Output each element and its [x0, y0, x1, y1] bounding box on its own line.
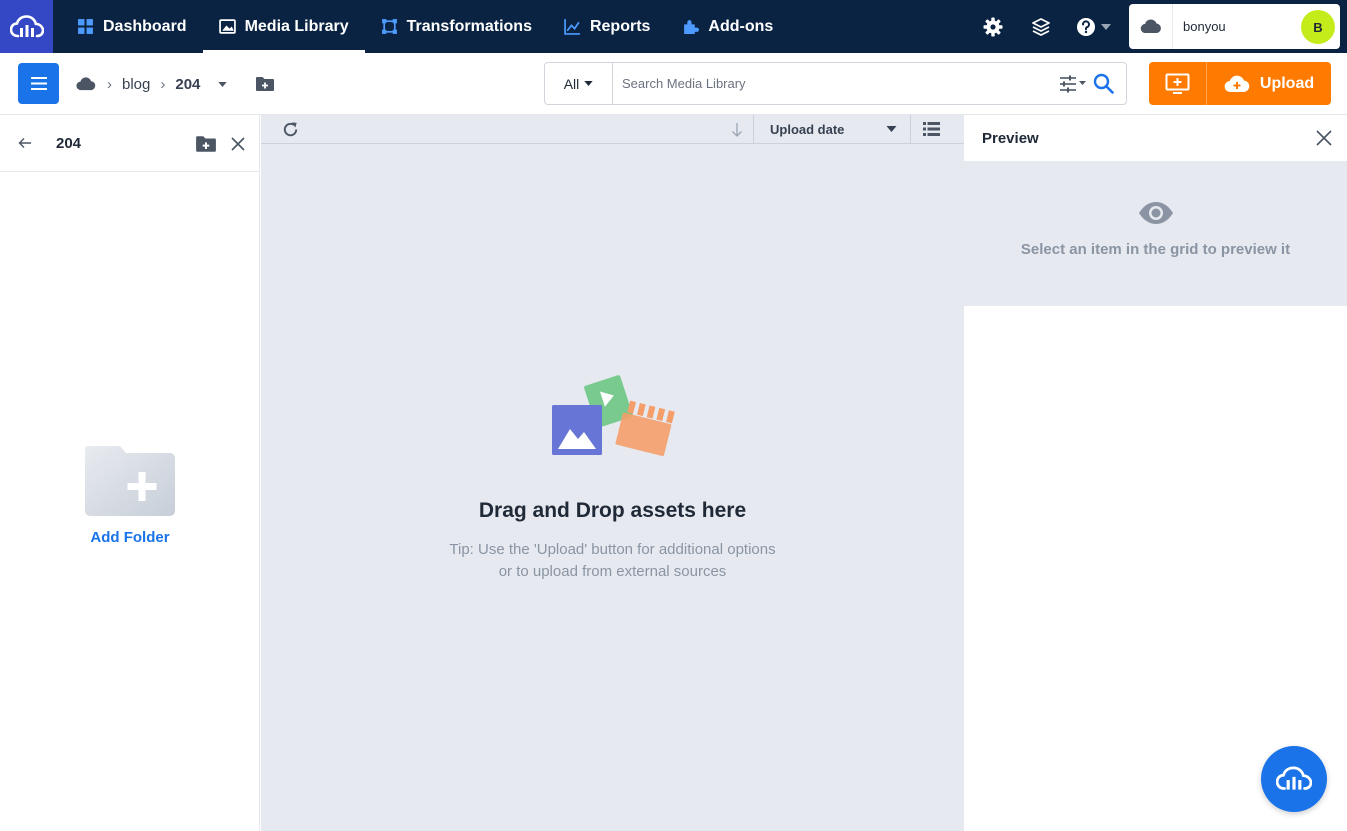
add-folder-button[interactable]: Add Folder — [84, 445, 176, 546]
home-cloud-icon[interactable] — [75, 77, 97, 91]
new-folder-icon[interactable] — [195, 135, 217, 153]
folder-panel-title: 204 — [56, 134, 82, 152]
nav-transformations-label: Transformations — [406, 17, 532, 35]
advanced-search-filter-icon[interactable] — [1059, 75, 1087, 93]
empty-state-tip: Tip: Use the 'Upload' button for additio… — [449, 539, 775, 583]
media-toolbar: › blog › 204 All Search Media Library Up… — [0, 53, 1347, 115]
upload-button-label: Upload — [1259, 74, 1315, 92]
upload-button-group: Upload — [1149, 62, 1331, 105]
search-type-value: All — [563, 75, 580, 92]
folder-panel-header: 204 — [0, 115, 259, 172]
nav-add-ons[interactable]: Add-ons — [666, 0, 789, 53]
cloudinary-logo[interactable] — [0, 0, 53, 53]
upload-button[interactable]: Upload — [1207, 62, 1331, 105]
preview-title: Preview — [982, 129, 1039, 147]
breadcrumb-separator: › — [160, 75, 166, 93]
breadcrumb-separator: › — [107, 75, 112, 93]
list-view-icon[interactable] — [923, 121, 940, 137]
layers-icon — [1032, 17, 1050, 36]
account-name: bonyou — [1183, 19, 1226, 34]
new-folder-icon[interactable] — [255, 76, 275, 92]
help-icon — [1076, 17, 1095, 36]
settings-button[interactable] — [969, 0, 1017, 53]
chevron-down-icon — [584, 81, 593, 86]
empty-state-tip-line: Tip: Use the 'Upload' button for additio… — [449, 541, 776, 558]
nav-dashboard[interactable]: Dashboard — [61, 0, 203, 53]
nav-add-ons-label: Add-ons — [708, 17, 774, 35]
transformations-icon — [381, 19, 397, 34]
preview-hint: Select an item in the grid to preview it — [1020, 241, 1291, 258]
breadcrumb-item-blog[interactable]: blog — [122, 76, 150, 93]
account-switcher[interactable]: bonyou B — [1129, 4, 1340, 49]
chevron-down-icon — [886, 126, 897, 132]
product-environments-button[interactable] — [1017, 0, 1065, 53]
help-assistant-button[interactable] — [1261, 746, 1327, 812]
folder-panel: 204 Add Folder — [0, 115, 260, 831]
empty-state-title: Drag and Drop assets here — [478, 499, 747, 522]
folder-panel-toggle-button[interactable] — [18, 63, 59, 104]
top-navigation: Dashboard Media Library Transformations … — [0, 0, 1347, 53]
chevron-down-icon — [1100, 23, 1111, 30]
refresh-icon[interactable] — [281, 120, 300, 139]
grid-toolbar: Upload date — [261, 115, 964, 144]
sort-by-select[interactable]: Upload date — [753, 115, 911, 144]
add-ons-icon — [684, 20, 700, 34]
nav-dashboard-label: Dashboard — [103, 17, 187, 35]
cloud-logo-icon — [9, 14, 44, 37]
account-cloud-icon-wrap — [1129, 4, 1173, 49]
search-bar: All — [544, 62, 1127, 105]
help-menu-button[interactable] — [1065, 0, 1121, 53]
folder-menu-chevron-icon[interactable] — [218, 81, 228, 87]
nav-reports-label: Reports — [589, 17, 651, 35]
nav-reports[interactable]: Reports — [548, 0, 666, 53]
media-library-icon — [218, 19, 236, 34]
breadcrumb: › blog › 204 — [75, 53, 275, 115]
close-icon[interactable] — [1316, 130, 1332, 146]
upload-from-sources-button[interactable] — [1149, 62, 1207, 105]
preview-header: Preview — [964, 115, 1347, 161]
search-input[interactable] — [613, 63, 1059, 104]
media-upload-icon — [1165, 73, 1190, 94]
empty-state: Drag and Drop assets here Tip: Use the '… — [261, 373, 964, 583]
preview-panel: Preview Select an item in the grid to pr… — [964, 115, 1347, 831]
empty-state-tip-line: or to upload from external sources — [498, 563, 727, 580]
nav-media-library[interactable]: Media Library — [202, 0, 365, 53]
preview-empty: Select an item in the grid to preview it — [964, 161, 1347, 306]
sort-by-value: Upload date — [770, 122, 845, 137]
nav-media-library-label: Media Library — [244, 17, 349, 35]
cloud-upload-icon — [1224, 75, 1250, 92]
cloud-icon — [1140, 19, 1161, 34]
search-icon[interactable] — [1093, 73, 1114, 94]
add-folder-icon — [85, 446, 175, 516]
sort-direction-icon[interactable] — [729, 121, 745, 139]
dashboard-icon — [78, 19, 93, 34]
avatar[interactable]: B — [1301, 10, 1335, 44]
reports-icon — [564, 19, 580, 35]
arrow-left-icon — [18, 138, 31, 148]
nav-transformations[interactable]: Transformations — [365, 0, 548, 53]
eye-icon — [1138, 202, 1173, 224]
cloud-logo-icon — [1276, 766, 1312, 790]
asset-grid[interactable]: Upload date Drag and Drop assets here Ti… — [261, 115, 964, 831]
search-type-select[interactable]: All — [545, 63, 613, 104]
media-assets-illustration-icon — [551, 375, 675, 457]
close-icon[interactable] — [231, 136, 245, 151]
folder-back-button[interactable] — [0, 115, 50, 172]
hamburger-icon — [30, 77, 47, 90]
breadcrumb-item-current[interactable]: 204 — [175, 76, 200, 93]
add-folder-label: Add Folder — [90, 529, 170, 546]
gear-icon — [983, 17, 1003, 36]
